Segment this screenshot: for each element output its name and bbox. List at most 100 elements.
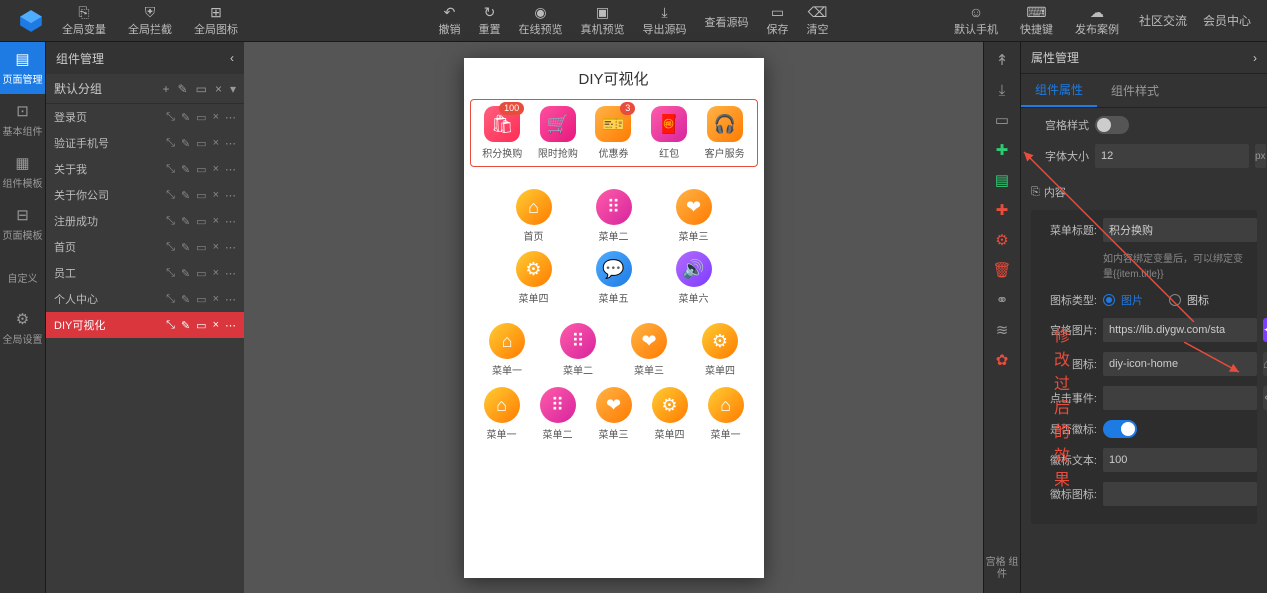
- top-link-0[interactable]: 社区交流: [1131, 12, 1195, 29]
- toolcol-2[interactable]: ▭: [992, 110, 1012, 130]
- page-item-5[interactable]: 首页⤡✎▭×⋯: [46, 234, 244, 260]
- grid-cell[interactable]: 100🛍积分换购: [475, 106, 531, 160]
- font-size-input[interactable]: [1095, 144, 1249, 168]
- page-tool-2-2[interactable]: ▭: [196, 163, 206, 176]
- grid-cell[interactable]: ⌂菜单一: [698, 387, 754, 441]
- top-center-2[interactable]: ◉在线预览: [511, 3, 571, 39]
- group-tool-2[interactable]: ▭: [196, 82, 207, 96]
- top-left-1[interactable]: ⛨全局拦截: [120, 3, 180, 39]
- page-tool-0-2[interactable]: ▭: [196, 111, 206, 124]
- page-item-7[interactable]: 个人中心⤡✎▭×⋯: [46, 286, 244, 312]
- page-tool-2-4[interactable]: ⋯: [225, 163, 236, 176]
- page-tool-2-0[interactable]: ⤡: [166, 163, 175, 176]
- top-center-1[interactable]: ↻重置: [471, 3, 509, 39]
- page-item-4[interactable]: 注册成功⤡✎▭×⋯: [46, 208, 244, 234]
- click-event-picker-button[interactable]: ⚭: [1263, 386, 1267, 410]
- grid-cell[interactable]: ⠿菜单二: [585, 189, 643, 243]
- page-tool-0-3[interactable]: ×: [213, 111, 219, 124]
- top-left-2[interactable]: ⊞全局图标: [186, 3, 246, 39]
- panel-collapse-icon[interactable]: ‹: [230, 51, 234, 65]
- toolcol-5[interactable]: ✚: [992, 200, 1012, 220]
- top-center-3[interactable]: ▣真机预览: [573, 3, 633, 39]
- toolcol-4[interactable]: ▤: [992, 170, 1012, 190]
- toolcol-1[interactable]: ⤓: [992, 80, 1012, 100]
- left-tab-4[interactable]: 自定义: [0, 250, 45, 302]
- page-tool-5-4[interactable]: ⋯: [225, 241, 236, 254]
- toolcol-label[interactable]: 宫格 组件: [984, 557, 1020, 581]
- grid-cell[interactable]: ❤菜单三: [620, 323, 678, 377]
- grid-cell[interactable]: 🛒限时抢购: [530, 106, 586, 160]
- grid-row-4[interactable]: ⌂菜单一⠿菜单二❤菜单三⚙菜单四: [464, 319, 764, 381]
- page-tool-4-2[interactable]: ▭: [196, 215, 206, 228]
- page-item-6[interactable]: 员工⤡✎▭×⋯: [46, 260, 244, 286]
- page-tool-3-1[interactable]: ✎: [181, 189, 190, 202]
- page-tool-4-4[interactable]: ⋯: [225, 215, 236, 228]
- grid-cell[interactable]: 3🎫优惠券: [586, 106, 642, 160]
- page-tool-6-3[interactable]: ×: [213, 267, 219, 280]
- props-collapse-icon[interactable]: ›: [1253, 51, 1257, 65]
- page-tool-8-1[interactable]: ✎: [181, 319, 190, 332]
- icon-type-image-radio[interactable]: [1103, 294, 1115, 306]
- grid-row-3[interactable]: ⚙菜单四💬菜单五🔊菜单六: [464, 247, 764, 309]
- page-tool-4-3[interactable]: ×: [213, 215, 219, 228]
- page-item-1[interactable]: 验证手机号⤡✎▭×⋯: [46, 130, 244, 156]
- props-tab-1[interactable]: 组件样式: [1097, 74, 1173, 107]
- top-left-0[interactable]: ⎘全局变量: [54, 3, 114, 39]
- toolcol-7[interactable]: 🗑: [992, 260, 1012, 280]
- page-tool-3-3[interactable]: ×: [213, 189, 219, 202]
- grid-cell[interactable]: ⠿菜单二: [530, 387, 586, 441]
- badge-text-input[interactable]: [1103, 448, 1257, 472]
- page-tool-6-1[interactable]: ✎: [181, 267, 190, 280]
- grid-cell[interactable]: ❤菜单三: [586, 387, 642, 441]
- toolcol-0[interactable]: ↟: [992, 50, 1012, 70]
- icon-type-icon-label[interactable]: 图标: [1187, 292, 1209, 308]
- group-tool-3[interactable]: ×: [215, 82, 222, 96]
- page-tool-8-3[interactable]: ×: [213, 319, 219, 332]
- page-tool-1-2[interactable]: ▭: [196, 137, 206, 150]
- icon-type-image-label[interactable]: 图片: [1121, 292, 1143, 308]
- left-tab-1[interactable]: ⊡基本组件: [0, 94, 45, 146]
- grid-row-1[interactable]: 100🛍积分换购🛒限时抢购3🎫优惠券🧧红包🎧客户服务: [470, 99, 758, 167]
- page-tool-1-0[interactable]: ⤡: [166, 137, 175, 150]
- badge-icon-input[interactable]: [1103, 482, 1257, 506]
- page-tool-1-4[interactable]: ⋯: [225, 137, 236, 150]
- grid-cell[interactable]: ⌂菜单一: [474, 387, 530, 441]
- page-tool-5-0[interactable]: ⤡: [166, 241, 175, 254]
- page-tool-6-2[interactable]: ▭: [196, 267, 206, 280]
- props-tab-0[interactable]: 组件属性: [1021, 74, 1097, 107]
- page-tool-8-0[interactable]: ⤡: [166, 319, 175, 332]
- top-right-0[interactable]: ☺默认手机: [946, 3, 1006, 39]
- grid-cell[interactable]: 🧧红包: [641, 106, 697, 160]
- top-center-6[interactable]: ▭保存: [759, 3, 797, 39]
- page-item-0[interactable]: 登录页⤡✎▭×⋯: [46, 104, 244, 130]
- toolcol-3[interactable]: ✚: [992, 140, 1012, 160]
- page-tool-8-2[interactable]: ▭: [196, 319, 206, 332]
- page-tool-7-0[interactable]: ⤡: [166, 293, 175, 306]
- page-tool-1-3[interactable]: ×: [213, 137, 219, 150]
- top-center-0[interactable]: ↶撤销: [431, 3, 469, 39]
- toolcol-10[interactable]: ✿: [992, 350, 1012, 370]
- toolcol-6[interactable]: ⚙: [992, 230, 1012, 250]
- top-center-7[interactable]: ⌫清空: [799, 3, 837, 39]
- grid-cell[interactable]: ⚙菜单四: [691, 323, 749, 377]
- grid-image-picker-button[interactable]: ✦: [1263, 318, 1267, 342]
- toolcol-8[interactable]: ⚭: [992, 290, 1012, 310]
- grid-cell[interactable]: ⚙菜单四: [505, 251, 563, 305]
- left-tab-0[interactable]: ▤页面管理: [0, 42, 45, 94]
- page-tool-2-3[interactable]: ×: [213, 163, 219, 176]
- group-tool-0[interactable]: +: [163, 82, 170, 96]
- grid-cell[interactable]: ⌂菜单一: [478, 323, 536, 377]
- toolcol-9[interactable]: ≋: [992, 320, 1012, 340]
- group-tool-1[interactable]: ✎: [178, 82, 188, 96]
- page-tool-7-3[interactable]: ×: [213, 293, 219, 306]
- top-link-1[interactable]: 会员中心: [1195, 12, 1259, 29]
- page-tool-5-2[interactable]: ▭: [196, 241, 206, 254]
- badge-toggle[interactable]: [1103, 420, 1137, 438]
- top-right-2[interactable]: ☁发布案例: [1067, 3, 1127, 39]
- page-tool-7-1[interactable]: ✎: [181, 293, 190, 306]
- grid-cell[interactable]: ⠿菜单二: [549, 323, 607, 377]
- icon-picker-button[interactable]: ⌂: [1263, 352, 1267, 376]
- grid-row-5[interactable]: ⌂菜单一⠿菜单二❤菜单三⚙菜单四⌂菜单一: [470, 381, 758, 447]
- grid-cell[interactable]: 🎧客户服务: [697, 106, 753, 160]
- left-tab-2[interactable]: ▦组件模板: [0, 146, 45, 198]
